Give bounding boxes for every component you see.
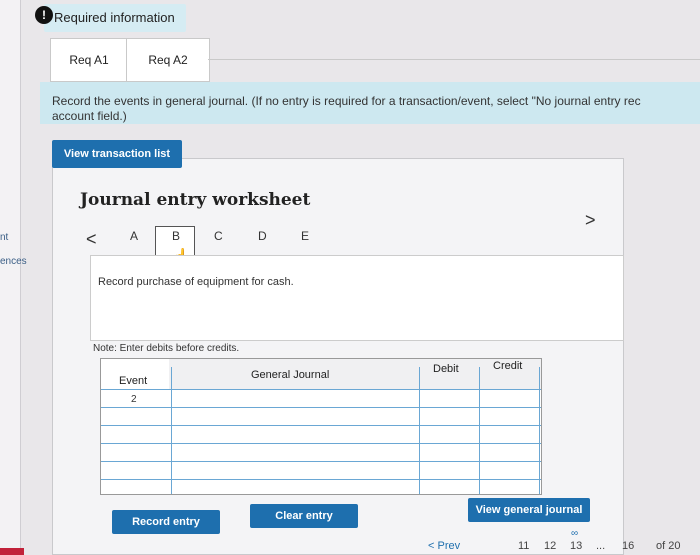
page-13[interactable]: 13 bbox=[570, 540, 582, 552]
required-info-title: Required information bbox=[44, 4, 186, 32]
row-line bbox=[101, 443, 541, 444]
tab-divider bbox=[208, 59, 700, 60]
red-bar bbox=[0, 548, 24, 555]
header-debit: Debit bbox=[433, 363, 459, 375]
instructions-line2: account field.) bbox=[52, 109, 127, 123]
page-12[interactable]: 12 bbox=[544, 540, 556, 552]
transaction-description: Record purchase of equipment for cash. bbox=[98, 276, 294, 288]
tab-req-a2[interactable]: Req A2 bbox=[126, 38, 210, 82]
page-of-label: of 20 bbox=[656, 540, 681, 552]
tabs: Req A1 Req A2 bbox=[40, 38, 700, 82]
page-11[interactable]: 11 bbox=[518, 540, 529, 552]
event-value: 2 bbox=[131, 394, 137, 405]
required-info-bar: Required information ! bbox=[30, 0, 700, 36]
letter-tab-a[interactable]: A bbox=[130, 229, 138, 243]
row-line bbox=[101, 425, 541, 426]
header-credit: Credit bbox=[493, 360, 523, 372]
view-general-journal-button[interactable]: View general journal bbox=[468, 498, 590, 522]
next-arrow-icon[interactable]: > bbox=[585, 210, 596, 231]
row-line bbox=[101, 479, 541, 480]
tab-req-a1[interactable]: Req A1 bbox=[50, 38, 128, 82]
alert-icon: ! bbox=[35, 6, 53, 24]
page-ellipsis: ... bbox=[596, 540, 606, 552]
prev-button[interactable]: < Prev bbox=[428, 540, 460, 552]
row-line bbox=[101, 407, 541, 408]
letter-tab-d[interactable]: D bbox=[258, 229, 267, 243]
description-box bbox=[90, 255, 624, 341]
side-nav-item-1[interactable]: nt bbox=[0, 232, 8, 243]
instructions-line1: Record the events in general journal. (I… bbox=[52, 94, 641, 108]
worksheet-panel bbox=[52, 158, 624, 555]
instructions: Record the events in general journal. (I… bbox=[40, 82, 700, 124]
row-line bbox=[101, 461, 541, 462]
header-general-journal: General Journal bbox=[251, 369, 330, 381]
header-event: Event bbox=[119, 375, 148, 387]
link-icon: ∞ bbox=[571, 528, 579, 539]
col-line bbox=[171, 367, 172, 494]
worksheet-title: Journal entry worksheet bbox=[80, 190, 311, 210]
row-line bbox=[101, 389, 541, 390]
col-line bbox=[419, 367, 420, 494]
prev-label: Prev bbox=[437, 540, 461, 552]
page-16[interactable]: 16 bbox=[622, 540, 634, 552]
letter-tab-e[interactable]: E bbox=[301, 229, 309, 243]
prev-arrow-icon[interactable]: < bbox=[86, 229, 97, 250]
record-entry-button[interactable]: Record entry bbox=[112, 510, 220, 534]
clear-entry-button[interactable]: Clear entry bbox=[250, 504, 358, 528]
side-nav-item-2[interactable]: ences bbox=[0, 256, 27, 267]
col-line bbox=[479, 367, 480, 494]
journal-table: Event General Journal Debit Credit 2 bbox=[100, 358, 542, 495]
debit-credit-note: Note: Enter debits before credits. bbox=[93, 343, 240, 354]
letter-tab-b[interactable]: B bbox=[172, 229, 180, 243]
header-fill bbox=[169, 359, 541, 389]
col-line bbox=[539, 367, 540, 494]
left-nav-strip: nt ences bbox=[0, 0, 27, 555]
view-transaction-list-button[interactable]: View transaction list bbox=[52, 140, 182, 168]
letter-tab-c[interactable]: C bbox=[214, 229, 223, 243]
